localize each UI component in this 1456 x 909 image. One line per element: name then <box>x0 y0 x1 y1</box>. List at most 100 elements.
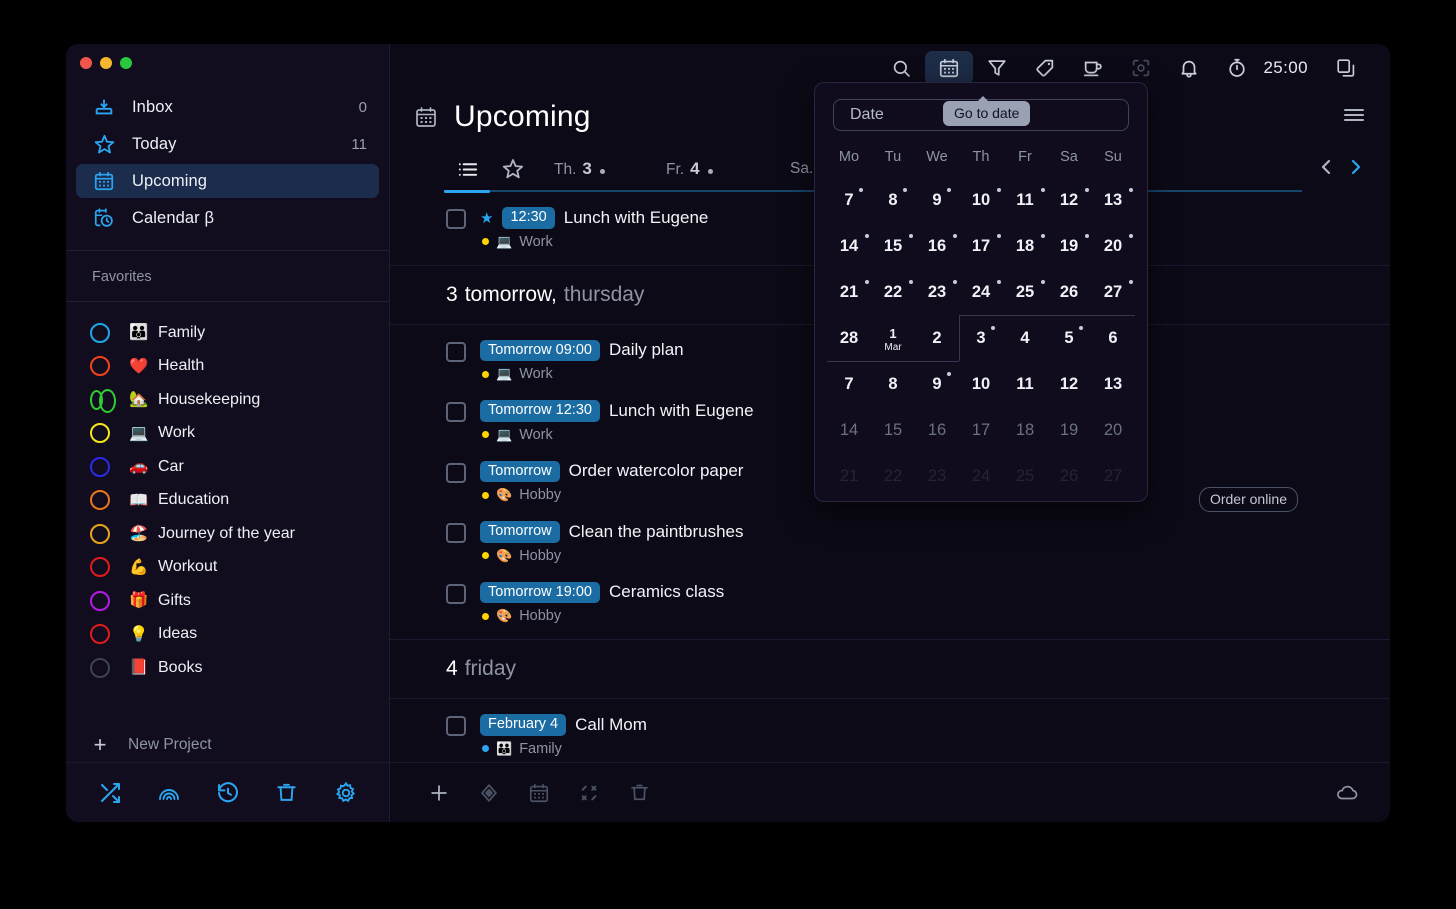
task-date-badge[interactable]: Tomorrow 09:00 <box>480 340 600 362</box>
move-icon[interactable] <box>564 773 614 813</box>
calendar-day-cell[interactable]: 11 <box>1003 177 1047 223</box>
task-star-icon[interactable]: ★ <box>480 209 493 227</box>
history-icon[interactable] <box>198 773 257 813</box>
gear-icon[interactable] <box>316 773 375 813</box>
project-item[interactable]: ❤️Health <box>66 350 389 384</box>
search-icon[interactable] <box>877 51 925 85</box>
bell-icon[interactable] <box>1165 51 1213 85</box>
focus-icon[interactable] <box>1117 51 1165 85</box>
rainbow-icon[interactable] <box>139 773 198 813</box>
task-checkbox[interactable] <box>446 716 466 736</box>
calendar-day-cell[interactable]: 24 <box>959 269 1003 315</box>
calendar-day-cell[interactable]: 8 <box>871 177 915 223</box>
calendar-day-cell[interactable]: 17 <box>959 223 1003 269</box>
calendar-day-cell[interactable]: 27 <box>1091 453 1135 499</box>
calendar-day-cell[interactable]: 9 <box>915 177 959 223</box>
new-project-button[interactable]: + New Project <box>66 728 389 762</box>
calendar-day-cell[interactable]: 1Mar <box>871 315 915 361</box>
calendar-day-cell[interactable]: 9 <box>915 361 959 407</box>
calendar-day-cell[interactable]: 16 <box>915 407 959 453</box>
sidebar-item-today[interactable]: Today 11 <box>76 127 379 161</box>
calendar-day-cell[interactable]: 20 <box>1091 223 1135 269</box>
tag-icon[interactable] <box>1021 51 1069 85</box>
calendar-day-cell[interactable]: 4 <box>1003 315 1047 361</box>
calendar-day-cell[interactable]: 20 <box>1091 407 1135 453</box>
shuffle-icon[interactable] <box>80 773 139 813</box>
task-checkbox[interactable] <box>446 584 466 604</box>
coffee-icon[interactable] <box>1069 51 1117 85</box>
calendar-day-cell[interactable]: 22 <box>871 453 915 499</box>
chevron-right-icon[interactable] <box>1348 157 1364 182</box>
calendar-day-cell[interactable]: 23 <box>915 453 959 499</box>
calendar-day-cell[interactable]: 26 <box>1047 269 1091 315</box>
star-view-icon[interactable] <box>490 152 536 186</box>
calendar-day-cell[interactable]: 15 <box>871 407 915 453</box>
hamburger-icon[interactable] <box>1342 105 1366 130</box>
project-item[interactable]: 👪Family <box>66 316 389 350</box>
project-item[interactable]: 🏖️Journey of the year <box>66 517 389 551</box>
calendar-day-cell[interactable]: 19 <box>1047 223 1091 269</box>
calendar-day-cell[interactable]: 27 <box>1091 269 1135 315</box>
project-item[interactable]: 🚗Car <box>66 450 389 484</box>
project-item[interactable]: 📖Education <box>66 484 389 518</box>
calendar-day-cell[interactable]: 10 <box>959 361 1003 407</box>
calendar-day-cell[interactable]: 25 <box>1003 453 1047 499</box>
task-row[interactable]: February 4Call Mom👪Family <box>390 705 1390 762</box>
task-checkbox[interactable] <box>446 402 466 422</box>
calendar-day-cell[interactable]: 21 <box>827 269 871 315</box>
calendar-day-cell[interactable]: 23 <box>915 269 959 315</box>
trash-icon[interactable] <box>257 773 316 813</box>
task-checkbox[interactable] <box>446 463 466 483</box>
day-tab[interactable]: Fr.4 <box>666 159 770 179</box>
zoom-button[interactable] <box>120 57 132 69</box>
calendar-day-cell[interactable]: 28 <box>827 315 871 361</box>
calendar-day-cell[interactable]: 25 <box>1003 269 1047 315</box>
calendar-day-cell[interactable]: 7 <box>827 361 871 407</box>
add-icon[interactable] <box>414 773 464 813</box>
sidebar-item-inbox[interactable]: Inbox 0 <box>76 90 379 124</box>
calendar-day-cell[interactable]: 21 <box>827 453 871 499</box>
filter-icon[interactable] <box>973 51 1021 85</box>
project-item[interactable]: 💻Work <box>66 417 389 451</box>
task-date-badge[interactable]: Tomorrow <box>480 521 560 543</box>
task-checkbox[interactable] <box>446 209 466 229</box>
priority-icon[interactable] <box>464 773 514 813</box>
task-date-badge[interactable]: Tomorrow 12:30 <box>480 400 600 422</box>
calendar-day-cell[interactable]: 19 <box>1047 407 1091 453</box>
calendar-day-cell[interactable]: 18 <box>1003 407 1047 453</box>
calendar-toolbar-button[interactable] <box>925 51 973 85</box>
calendar-day-cell[interactable]: 26 <box>1047 453 1091 499</box>
project-item[interactable]: 🏡Housekeeping <box>66 383 389 417</box>
calendar-day-cell[interactable]: 24 <box>959 453 1003 499</box>
calendar-day-cell[interactable]: 7 <box>827 177 871 223</box>
calendar-day-cell[interactable]: 22 <box>871 269 915 315</box>
day-tab[interactable]: Th.3 <box>554 159 658 179</box>
task-date-badge[interactable]: February 4 <box>480 714 566 736</box>
timer-icon[interactable] <box>1213 51 1261 85</box>
cloud-icon[interactable] <box>1322 773 1372 813</box>
calendar-day-cell[interactable]: 14 <box>827 407 871 453</box>
sidebar-item-calendar[interactable]: Calendar β <box>76 201 379 235</box>
task-checkbox[interactable] <box>446 523 466 543</box>
task-row[interactable]: TomorrowClean the paintbrushes🎨Hobby <box>390 512 1390 573</box>
calendar-day-cell[interactable]: 11 <box>1003 361 1047 407</box>
calendar-day-cell[interactable]: 14 <box>827 223 871 269</box>
task-date-badge[interactable]: Tomorrow 19:00 <box>480 582 600 604</box>
list-view-icon[interactable] <box>444 152 490 186</box>
windows-icon[interactable] <box>1322 51 1370 85</box>
order-online-tag[interactable]: Order online <box>1199 487 1298 512</box>
sidebar-item-upcoming[interactable]: Upcoming <box>76 164 379 198</box>
project-item[interactable]: 📕Books <box>66 651 389 685</box>
calendar-icon[interactable] <box>514 773 564 813</box>
project-item[interactable]: 🎁Gifts <box>66 584 389 618</box>
calendar-day-cell[interactable]: 10 <box>959 177 1003 223</box>
trash-icon[interactable] <box>614 773 664 813</box>
calendar-day-cell[interactable]: 15 <box>871 223 915 269</box>
task-checkbox[interactable] <box>446 342 466 362</box>
project-item[interactable]: 💪Workout <box>66 551 389 585</box>
task-date-badge[interactable]: 12:30 <box>502 207 554 229</box>
calendar-day-cell[interactable]: 3 <box>959 315 1003 361</box>
calendar-day-cell[interactable]: 8 <box>871 361 915 407</box>
calendar-day-cell[interactable]: 5 <box>1047 315 1091 361</box>
calendar-day-cell[interactable]: 13 <box>1091 177 1135 223</box>
